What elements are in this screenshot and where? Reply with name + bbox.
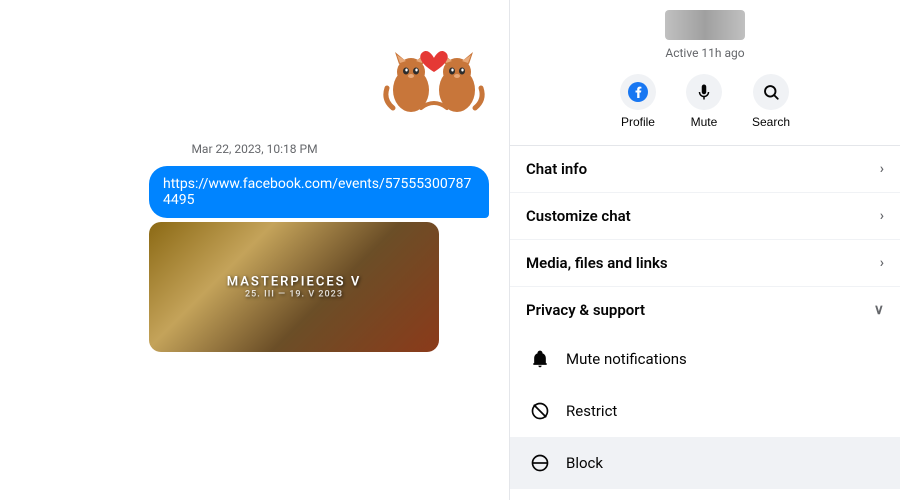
- active-status: Active 11h ago: [665, 46, 744, 60]
- mute-notifications-label: Mute notifications: [566, 350, 884, 368]
- menu-item-customize-chat[interactable]: Customize chat ›: [510, 193, 900, 240]
- message-timestamp: Mar 22, 2023, 10:18 PM: [20, 142, 489, 156]
- privacy-item-mute-notifications[interactable]: Mute notifications: [510, 333, 900, 385]
- sticker-message: [379, 20, 489, 124]
- restrict-label: Restrict: [566, 402, 884, 420]
- privacy-items: Mute notifications Restrict: [510, 333, 900, 500]
- bell-icon: [526, 345, 554, 373]
- privacy-item-restrict[interactable]: Restrict: [510, 385, 900, 437]
- profile-button[interactable]: Profile: [620, 74, 656, 129]
- chevron-right-icon: ›: [880, 255, 884, 271]
- search-label: Search: [752, 115, 790, 129]
- chat-messages: Mar 22, 2023, 10:18 PM https://www.faceb…: [0, 0, 509, 500]
- chevron-right-icon: ›: [880, 208, 884, 224]
- restrict-icon: [526, 397, 554, 425]
- action-buttons: Profile Mute Search: [510, 74, 900, 146]
- cats-sticker: [379, 20, 489, 120]
- privacy-label: Privacy & support: [526, 301, 645, 319]
- chat-panel: Mar 22, 2023, 10:18 PM https://www.faceb…: [0, 0, 510, 500]
- mute-label: Mute: [691, 115, 718, 129]
- privacy-item-report[interactable]: Report Give feedback and report the conv…: [510, 489, 900, 500]
- message-image: MASTERPIECES V 25. III — 19. V 2023: [149, 222, 439, 352]
- privacy-header[interactable]: Privacy & support ∨: [510, 287, 900, 333]
- chevron-right-icon: ›: [880, 161, 884, 177]
- menu-list: Chat info › Customize chat › Media, file…: [510, 146, 900, 287]
- avatar: [665, 10, 745, 40]
- sidebar: Active 11h ago Profile Mute: [510, 0, 900, 500]
- privacy-section: Privacy & support ∨ Mute notifications: [510, 287, 900, 500]
- search-icon: [753, 74, 789, 110]
- mute-icon: [686, 74, 722, 110]
- profile-label: Profile: [621, 115, 655, 129]
- avatar-section: Active 11h ago: [510, 0, 900, 74]
- menu-item-chat-info[interactable]: Chat info ›: [510, 146, 900, 193]
- message-link[interactable]: https://www.facebook.com/events/57555300…: [149, 166, 489, 218]
- profile-icon: [620, 74, 656, 110]
- chevron-down-icon: ∨: [874, 302, 884, 318]
- search-button[interactable]: Search: [752, 74, 790, 129]
- menu-item-media-files[interactable]: Media, files and links ›: [510, 240, 900, 287]
- block-icon: [526, 449, 554, 477]
- block-label: Block: [566, 454, 884, 472]
- mute-button[interactable]: Mute: [686, 74, 722, 129]
- privacy-item-block[interactable]: Block: [510, 437, 900, 489]
- image-title: MASTERPIECES V 25. III — 19. V 2023: [227, 275, 362, 300]
- message-bubble-container: https://www.facebook.com/events/57555300…: [149, 166, 489, 352]
